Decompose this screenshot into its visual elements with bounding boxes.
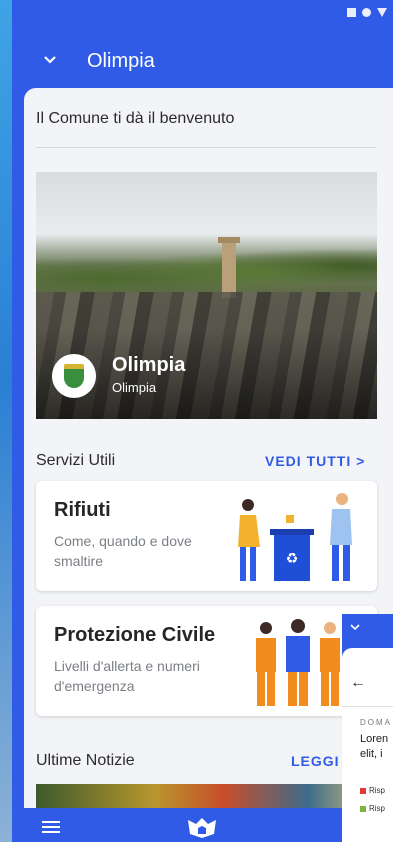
hero-column [218, 237, 240, 298]
services-heading: Servizi Utili [36, 452, 116, 469]
arrow-back-icon[interactable]: ← [350, 674, 366, 692]
hero-image[interactable]: Olimpia Olimpia [36, 172, 377, 419]
service-card-civil-protection[interactable]: Protezione Civile Livelli d'allerta e nu… [36, 606, 377, 716]
preview-category: DOMA [360, 718, 392, 727]
preview-divider [342, 706, 393, 707]
status-bar [347, 8, 387, 17]
card-description: Livelli d'allerta e numeri d'emergenza [54, 658, 200, 694]
card-description: Come, quando e dove smaltire [54, 533, 192, 569]
recycling-illustration-icon: ♻ [238, 493, 352, 581]
service-card-waste[interactable]: Rifiuti Come, quando e dove smaltire ♻ [36, 481, 377, 591]
preview-text-line: Loren [360, 733, 389, 745]
hero-subtitle: Olimpia [112, 380, 157, 395]
card-title: Protezione Civile [54, 624, 216, 646]
app-title[interactable]: Olimpia [87, 50, 155, 73]
preview-window[interactable]: ← DOMA Loren elit, i Risp Risp [342, 614, 393, 842]
svg-text:♻: ♻ [286, 551, 299, 567]
menu-icon[interactable] [42, 821, 60, 833]
preview-text: Loren elit, i [360, 732, 388, 762]
preview-legend-item: Risp [360, 804, 385, 813]
app-bar: Olimpia [12, 34, 393, 88]
legend-label: Risp [369, 804, 386, 813]
legend-swatch [360, 787, 366, 794]
preview-header [342, 614, 393, 644]
status-square-icon [347, 8, 356, 17]
card-title: Rifiuti [54, 499, 111, 521]
legend-swatch [360, 805, 366, 812]
see-all-link[interactable]: VEDI TUTTI > [265, 453, 365, 469]
news-image-strip[interactable] [36, 784, 376, 808]
chevron-down-icon[interactable] [42, 52, 58, 68]
welcome-text: Il Comune ti dà il benvenuto [36, 110, 235, 127]
town-crest-icon [52, 354, 96, 398]
status-triangle-icon [377, 8, 387, 17]
phone-screen: Olimpia Il Comune ti dà il benvenuto Oli… [12, 0, 393, 842]
news-heading: Ultime Notizie [36, 752, 135, 769]
divider [36, 147, 376, 148]
civil-protection-illustration-icon [256, 619, 340, 706]
hero-title: Olimpia [112, 354, 186, 376]
crest-shield [64, 364, 84, 388]
preview-text-line: elit, i [360, 748, 383, 760]
app-logo-icon[interactable] [186, 816, 218, 838]
status-circle-icon [362, 8, 371, 17]
chevron-down-icon[interactable] [350, 622, 360, 632]
bottom-bar [12, 808, 393, 842]
preview-legend-item: Risp [360, 786, 385, 795]
legend-label: Risp [369, 786, 386, 795]
